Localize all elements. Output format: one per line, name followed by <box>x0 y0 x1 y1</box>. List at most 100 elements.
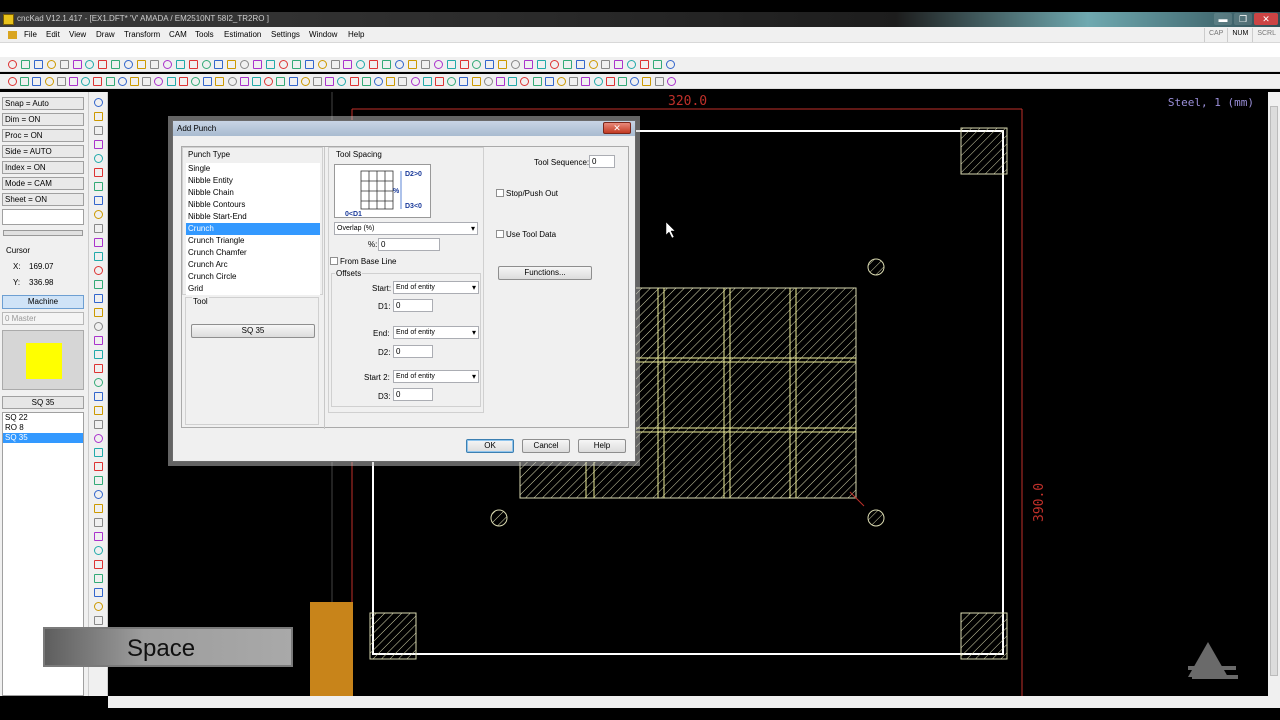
vertical-tool-icon[interactable] <box>94 476 103 485</box>
punch-type-crunch-arc[interactable]: Crunch Arc <box>186 259 320 271</box>
dialog-title-bar[interactable]: Add Punch ✕ <box>173 121 635 136</box>
toolbar-tool-icon[interactable] <box>46 60 56 69</box>
toolbar-tool-icon[interactable] <box>588 60 598 69</box>
toolbar-tool-icon[interactable] <box>654 77 664 86</box>
toolbar-tool-icon[interactable] <box>69 77 78 86</box>
toolbar-tool-icon[interactable] <box>343 60 353 69</box>
vertical-tool-icon[interactable] <box>94 518 103 527</box>
toolbar-tool-icon[interactable] <box>459 60 469 69</box>
toolbar-tool-icon[interactable] <box>407 60 417 69</box>
toolbar-tool-icon[interactable] <box>203 77 213 86</box>
menu-edit[interactable]: Edit <box>46 30 60 39</box>
vertical-tool-icon[interactable] <box>94 364 103 373</box>
spacing-mode-select[interactable]: Overlap (%) <box>334 222 478 235</box>
toolbar-tool-icon[interactable] <box>618 77 627 86</box>
toolbar-tool-icon[interactable] <box>85 60 95 69</box>
toolbar-tool-icon[interactable] <box>266 60 275 69</box>
menu-help[interactable]: Help <box>348 30 364 39</box>
vertical-tool-icon[interactable] <box>94 294 103 303</box>
punch-type-nibble-start-end[interactable]: Nibble Start-End <box>186 211 320 223</box>
vertical-tool-icon[interactable] <box>94 434 103 443</box>
help-button[interactable]: Help <box>578 439 626 453</box>
vertical-tool-icon[interactable] <box>94 462 103 471</box>
toolbar-tool-icon[interactable] <box>59 60 69 69</box>
toolbar-tool-icon[interactable] <box>72 60 82 69</box>
toolbar-tool-icon[interactable] <box>111 60 121 69</box>
punch-type-grid[interactable]: Grid <box>186 283 320 295</box>
toolbar-tool-icon[interactable] <box>288 77 298 86</box>
toolbar-tool-icon[interactable] <box>253 60 263 69</box>
toolbar-tool-icon[interactable] <box>8 60 17 69</box>
toolbar-tool-icon[interactable] <box>227 60 237 69</box>
toolbar-tool-icon[interactable] <box>201 60 211 69</box>
punch-type-crunch-chamfer[interactable]: Crunch Chamfer <box>186 247 320 259</box>
mode-toggle[interactable]: Mode = CAM <box>2 177 84 190</box>
cancel-button[interactable]: Cancel <box>522 439 570 453</box>
menu-window[interactable]: Window <box>309 30 337 39</box>
vertical-tool-icon[interactable] <box>94 560 103 569</box>
toolbar-tool-icon[interactable] <box>374 77 383 86</box>
toolbar-tool-icon[interactable] <box>605 77 615 86</box>
toolbar-tool-icon[interactable] <box>386 77 396 86</box>
d2-input[interactable]: 0 <box>393 345 433 358</box>
menu-draw[interactable]: Draw <box>96 30 115 39</box>
toolbar-tool-icon[interactable] <box>520 77 530 86</box>
toolbar-tool-icon[interactable] <box>496 77 505 86</box>
vertical-tool-icon[interactable] <box>94 196 103 205</box>
toolbar-tool-icon[interactable] <box>264 77 274 86</box>
toolbar-tool-icon[interactable] <box>557 77 566 86</box>
toolbar-tool-icon[interactable] <box>124 60 134 69</box>
vertical-tool-icon[interactable] <box>94 616 103 625</box>
toolbar-tool-icon[interactable] <box>227 77 237 86</box>
toolbar-tool-icon[interactable] <box>154 77 164 86</box>
menu-settings[interactable]: Settings <box>271 30 300 39</box>
menu-transform[interactable]: Transform <box>124 30 160 39</box>
toolbar-tool-icon[interactable] <box>459 77 469 86</box>
vertical-tool-icon[interactable] <box>94 350 103 359</box>
toolbar-tool-icon[interactable] <box>356 60 366 69</box>
toolbar-tool-icon[interactable] <box>188 60 198 69</box>
machine-button[interactable]: Machine <box>2 295 84 309</box>
toolbar-tool-icon[interactable] <box>614 60 624 69</box>
toolbar-tool-icon[interactable] <box>395 60 404 69</box>
toolbar-tool-icon[interactable] <box>498 60 508 69</box>
toolbar-tool-icon[interactable] <box>142 77 152 86</box>
d3-input[interactable]: 0 <box>393 388 433 401</box>
toolbar-tool-icon[interactable] <box>435 77 444 86</box>
vertical-tool-icon[interactable] <box>94 154 103 163</box>
toolbar-tool-icon[interactable] <box>524 60 533 69</box>
toolbar-tool-icon[interactable] <box>214 60 224 69</box>
toolbar-tool-icon[interactable] <box>240 60 250 69</box>
toolbar-tool-icon[interactable] <box>471 77 481 86</box>
ok-button[interactable]: OK <box>466 439 514 453</box>
toolbar-tool-icon[interactable] <box>98 60 108 69</box>
proc-toggle[interactable]: Proc = ON <box>2 129 84 142</box>
vertical-tool-icon[interactable] <box>94 392 103 401</box>
toolbar-tool-icon[interactable] <box>33 60 43 69</box>
vertical-tool-icon[interactable] <box>94 336 103 345</box>
toolbar-tool-icon[interactable] <box>325 77 335 86</box>
use-tool-data-label[interactable]: Use Tool Data <box>506 230 556 239</box>
vertical-tool-icon[interactable] <box>94 588 103 597</box>
vertical-tool-icon[interactable] <box>94 126 103 135</box>
toolbar-tool-icon[interactable] <box>369 60 379 69</box>
menu-tools[interactable]: Tools <box>195 30 214 39</box>
vertical-tool-icon[interactable] <box>94 490 103 499</box>
toolbar-tool-icon[interactable] <box>508 77 518 86</box>
vertical-tool-icon[interactable] <box>94 546 103 555</box>
dialog-close-button[interactable]: ✕ <box>603 122 631 134</box>
close-button[interactable]: ✕ <box>1254 13 1278 25</box>
toolbar-tool-icon[interactable] <box>317 60 327 69</box>
vertical-tool-icon[interactable] <box>94 602 103 611</box>
minimize-button[interactable]: ▬ <box>1214 13 1232 25</box>
toolbar-tool-icon[interactable] <box>640 60 650 69</box>
panel-splitter[interactable] <box>3 230 83 236</box>
vertical-tool-icon[interactable] <box>94 98 103 107</box>
punch-type-nibble-contours[interactable]: Nibble Contours <box>186 199 320 211</box>
toolbar-tool-icon[interactable] <box>313 77 322 86</box>
vertical-tool-icon[interactable] <box>94 280 103 289</box>
punch-type-nibble-entity[interactable]: Nibble Entity <box>186 175 320 187</box>
vertical-tool-icon[interactable] <box>94 112 103 121</box>
toolbar-tool-icon[interactable] <box>433 60 443 69</box>
punch-type-crunch-triangle[interactable]: Crunch Triangle <box>186 235 320 247</box>
